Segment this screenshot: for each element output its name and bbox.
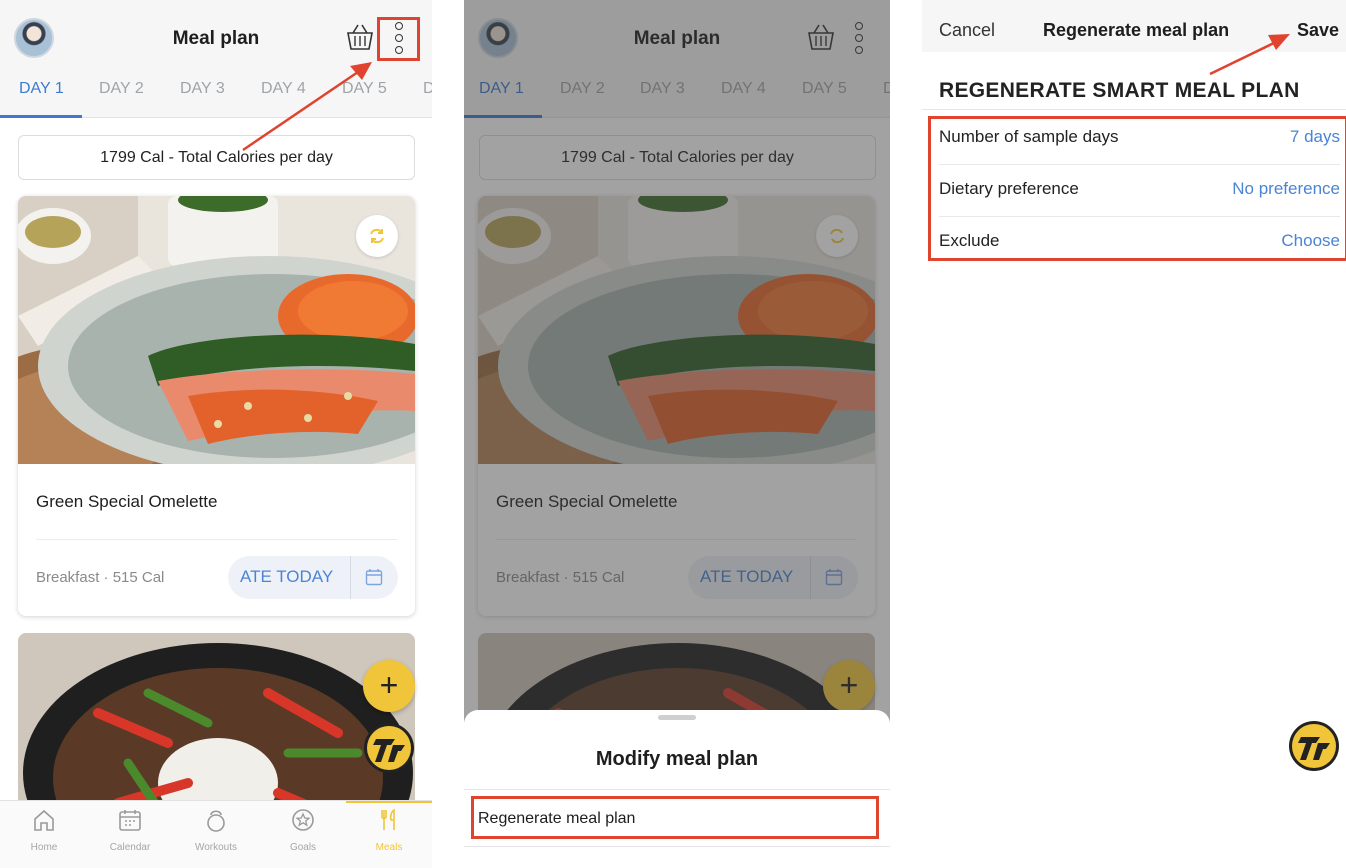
divider bbox=[36, 539, 397, 540]
sheet-title: Modify meal plan bbox=[595, 748, 759, 770]
nav-calendar[interactable]: Calendar bbox=[90, 807, 170, 853]
shopping-basket-icon[interactable] bbox=[345, 22, 375, 52]
ate-today-button[interactable]: ATE TODAY bbox=[240, 567, 333, 587]
calendar-icon[interactable] bbox=[365, 568, 383, 586]
nav-goals[interactable]: Goals bbox=[263, 807, 343, 853]
meal-card[interactable]: Green Special Omelette Breakfast · 515 C… bbox=[18, 196, 415, 616]
tab-day-1[interactable]: DAY 1 bbox=[19, 80, 64, 98]
kettlebell-icon bbox=[207, 810, 225, 832]
tab-day-5[interactable]: DAY 5 bbox=[342, 80, 387, 98]
home-icon bbox=[34, 809, 54, 831]
sheet-grabber[interactable] bbox=[658, 715, 696, 720]
nav-bar: Cancel Regenerate meal plan Save bbox=[922, 0, 1346, 52]
tab-day-4[interactable]: DAY 4 bbox=[261, 80, 306, 98]
app-header: Meal plan bbox=[0, 0, 432, 70]
meal-meta: Breakfast · 515 Cal bbox=[36, 569, 165, 586]
nav-home[interactable]: Home bbox=[4, 807, 84, 853]
app-logo-badge[interactable] bbox=[363, 722, 415, 774]
refresh-icon bbox=[370, 228, 384, 244]
active-nav-indicator bbox=[346, 801, 432, 803]
meal-plan-screen: Meal plan DAY 1 DAY 2 DAY 3 DAY 4 DAY 5 … bbox=[0, 0, 432, 868]
divider bbox=[922, 109, 1346, 110]
save-button[interactable]: Save bbox=[1297, 20, 1339, 41]
tab-day-6[interactable]: D bbox=[423, 80, 432, 98]
fork-knife-icon bbox=[381, 808, 395, 830]
annotation-highlight-box bbox=[377, 17, 420, 61]
divider bbox=[464, 846, 890, 847]
tab-day-3[interactable]: DAY 3 bbox=[180, 80, 225, 98]
nav-workouts[interactable]: Workouts bbox=[176, 807, 256, 853]
nav-label: Goals bbox=[289, 842, 317, 853]
nav-label: Home bbox=[30, 842, 58, 853]
page-title: Regenerate meal plan bbox=[1043, 20, 1230, 40]
modify-meal-plan-screen: Meal plan DAY 1 DAY 2 DAY 3 DAY 4 DAY 5 … bbox=[464, 0, 890, 868]
divider bbox=[464, 789, 890, 790]
tab-day-2[interactable]: DAY 2 bbox=[99, 80, 144, 98]
swap-meal-button[interactable] bbox=[356, 215, 398, 257]
nav-label: Meals bbox=[375, 842, 403, 853]
annotation-highlight-box bbox=[471, 796, 879, 839]
goals-icon bbox=[292, 809, 314, 831]
bottom-nav: Home Calendar Workouts Goals Meals bbox=[0, 800, 432, 868]
nav-label: Workouts bbox=[194, 842, 238, 853]
bottom-sheet: Modify meal plan Regenerate meal plan bbox=[464, 710, 890, 868]
app-logo-badge[interactable] bbox=[1288, 720, 1340, 772]
annotation-highlight-box bbox=[928, 116, 1346, 261]
calendar-icon bbox=[119, 810, 141, 831]
plus-icon: + bbox=[379, 666, 399, 703]
nav-label: Calendar bbox=[109, 842, 151, 853]
nav-meals[interactable]: Meals bbox=[349, 807, 429, 853]
active-tab-indicator bbox=[0, 115, 82, 118]
divider bbox=[350, 556, 351, 599]
section-heading: REGENERATE SMART MEAL PLAN bbox=[939, 79, 1300, 102]
cancel-button[interactable]: Cancel bbox=[939, 20, 995, 41]
regenerate-meal-plan-screen: Cancel Regenerate meal plan Save REGENER… bbox=[922, 0, 1346, 868]
total-calories-box: 1799 Cal - Total Calories per day bbox=[18, 135, 415, 180]
meal-name[interactable]: Green Special Omelette bbox=[36, 492, 217, 512]
ate-today-pill: ATE TODAY bbox=[228, 556, 398, 599]
add-button[interactable]: + bbox=[363, 660, 415, 712]
day-tabs: DAY 1 DAY 2 DAY 3 DAY 4 DAY 5 D bbox=[0, 70, 432, 118]
